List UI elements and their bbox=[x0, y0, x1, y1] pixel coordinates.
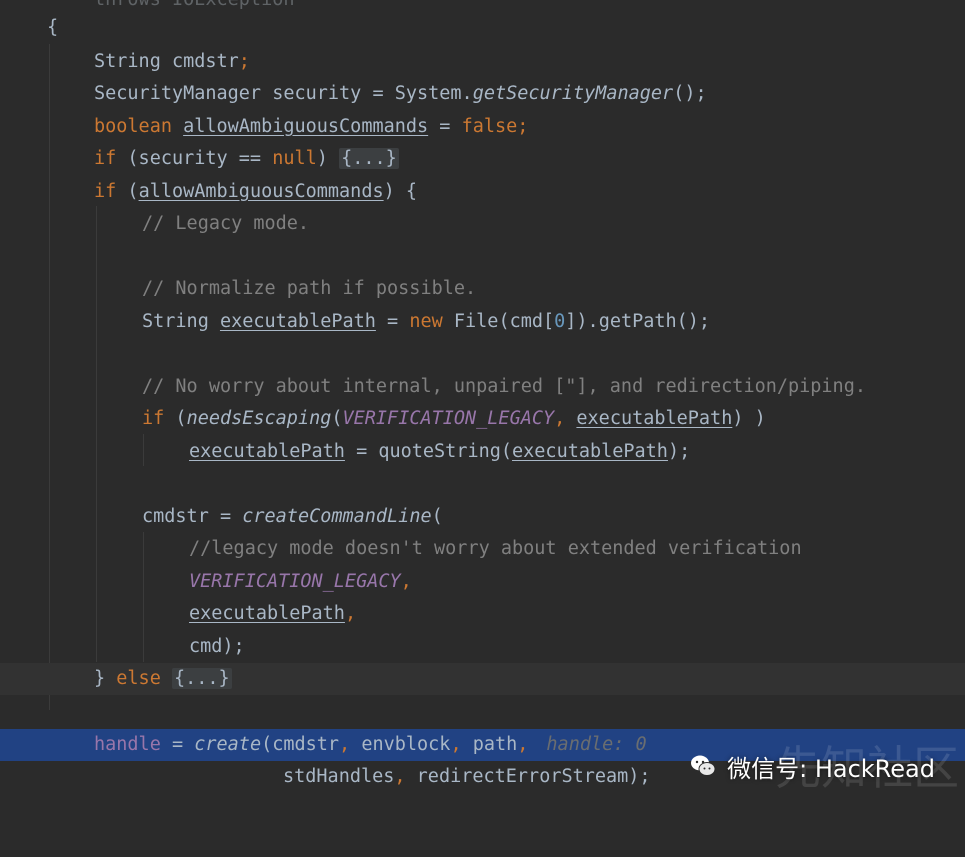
code-line-current[interactable]: } else {...} bbox=[0, 663, 965, 695]
variable: executablePath bbox=[219, 311, 376, 332]
code-text: cmdstr = bbox=[142, 506, 243, 527]
code-text: File(cmd[ bbox=[442, 311, 555, 332]
code-text: (); bbox=[673, 83, 707, 104]
code-text: ) ) bbox=[732, 408, 766, 429]
folded-region[interactable]: {...} bbox=[171, 668, 232, 689]
code-text: stdHandles bbox=[283, 766, 395, 787]
code-text: ) bbox=[316, 148, 340, 169]
code-text: (security == bbox=[116, 148, 273, 169]
code-text: ); bbox=[667, 441, 691, 462]
code-line[interactable]: // Normalize path if possible. bbox=[0, 273, 965, 305]
wechat-icon bbox=[691, 755, 716, 776]
keyword: if bbox=[142, 408, 165, 429]
code-text: ); bbox=[222, 636, 245, 657]
code-text: ( bbox=[116, 181, 139, 202]
code-editor[interactable]: throws IOException { String cmdstr; Secu… bbox=[0, 0, 965, 808]
variable: allowAmbiguousCommands bbox=[183, 116, 429, 137]
code-punct: ; bbox=[517, 116, 529, 137]
code-line[interactable]: boolean allowAmbiguousCommands = false; bbox=[0, 111, 965, 143]
code-punct: , bbox=[339, 734, 362, 755]
variable: executablePath bbox=[189, 603, 345, 624]
keyword: false bbox=[461, 116, 518, 137]
code-text: = quoteString( bbox=[344, 441, 513, 462]
code-line[interactable]: SecurityManager security = System.getSec… bbox=[0, 78, 965, 110]
inline-debug-hint: handle: 0 bbox=[546, 734, 647, 755]
constant: VERIFICATION_LEGACY bbox=[189, 571, 401, 592]
keyword: boolean bbox=[94, 116, 172, 137]
code-line[interactable]: //legacy mode doesn't worry about extend… bbox=[0, 533, 965, 565]
code-text: redirectErrorStream bbox=[416, 766, 629, 787]
code-line[interactable]: // No worry about internal, unpaired ["]… bbox=[0, 371, 965, 403]
variable: executablePath bbox=[512, 441, 668, 462]
watermark: 微信号: HackRead bbox=[689, 738, 935, 794]
code-text: = bbox=[375, 311, 410, 332]
code-text: ) { bbox=[383, 181, 418, 202]
code-text: String cmdstr bbox=[94, 51, 239, 72]
keyword: null bbox=[272, 148, 317, 169]
code-line[interactable]: if (security == null) {...} bbox=[0, 143, 965, 175]
code-text: SecurityManager security = System. bbox=[94, 83, 473, 104]
code-text: = bbox=[428, 116, 462, 137]
code-punct: ; bbox=[238, 51, 250, 72]
code-text: = bbox=[160, 734, 195, 755]
constant: VERIFICATION_LEGACY bbox=[342, 408, 555, 429]
watermark-label: 微信号: HackRead bbox=[727, 754, 935, 783]
code-line[interactable]: VERIFICATION_LEGACY, bbox=[0, 566, 965, 598]
comment: // Normalize path if possible. bbox=[142, 278, 477, 299]
code-line[interactable]: if (allowAmbiguousCommands) { bbox=[0, 176, 965, 208]
code-line[interactable]: if (needsEscaping(VERIFICATION_LEGACY, e… bbox=[0, 403, 965, 435]
code-text: ]).getPath(); bbox=[565, 311, 711, 332]
code-text: ( bbox=[331, 408, 343, 429]
code-text: envblock bbox=[361, 734, 451, 755]
code-punct: , bbox=[344, 603, 357, 624]
keyword: else bbox=[116, 668, 161, 689]
keyword: if bbox=[94, 148, 117, 169]
brace: { bbox=[47, 17, 59, 38]
folded-region[interactable]: {...} bbox=[339, 148, 399, 169]
code-text: cmd bbox=[189, 636, 223, 657]
code-line[interactable]: executablePath = quoteString(executableP… bbox=[0, 436, 965, 468]
code-line[interactable]: cmd); bbox=[0, 631, 965, 663]
variable: allowAmbiguousCommands bbox=[138, 181, 384, 202]
number-literal: 0 bbox=[554, 311, 566, 332]
method-call: getSecurityManager bbox=[472, 83, 674, 104]
code-line[interactable]: { bbox=[0, 12, 965, 44]
keyword: new bbox=[409, 311, 443, 332]
code-line[interactable]: executablePath, bbox=[0, 598, 965, 630]
field: handle bbox=[94, 734, 161, 755]
comment: // Legacy mode. bbox=[142, 213, 310, 234]
method-call: needsEscaping bbox=[186, 408, 332, 429]
code-line[interactable]: String cmdstr; bbox=[0, 46, 965, 78]
method-call: create bbox=[194, 734, 262, 755]
code-text: ); bbox=[628, 766, 651, 787]
code-text: (cmdstr bbox=[261, 734, 340, 755]
method-call: createCommandLine bbox=[242, 506, 432, 527]
code-text: } bbox=[94, 668, 117, 689]
code-punct: , bbox=[394, 766, 417, 787]
code-line[interactable]: // Legacy mode. bbox=[0, 208, 965, 240]
code-text: path bbox=[472, 734, 518, 755]
code-line[interactable]: String executablePath = new File(cmd[0])… bbox=[0, 306, 965, 338]
comment: // No worry about internal, unpaired ["]… bbox=[142, 376, 866, 397]
code-punct: , bbox=[554, 408, 577, 429]
code-text: ( bbox=[431, 506, 443, 527]
variable: executablePath bbox=[189, 441, 345, 462]
code-punct: , bbox=[450, 734, 473, 755]
code-line[interactable]: cmdstr = createCommandLine( bbox=[0, 501, 965, 533]
keyword: if bbox=[94, 181, 117, 202]
variable: executablePath bbox=[576, 408, 733, 429]
code-text: String bbox=[142, 311, 220, 332]
code-text: ( bbox=[164, 408, 187, 429]
code-punct: , bbox=[517, 734, 529, 755]
code-punct: , bbox=[400, 571, 412, 592]
comment: //legacy mode doesn't worry about extend… bbox=[189, 538, 802, 559]
